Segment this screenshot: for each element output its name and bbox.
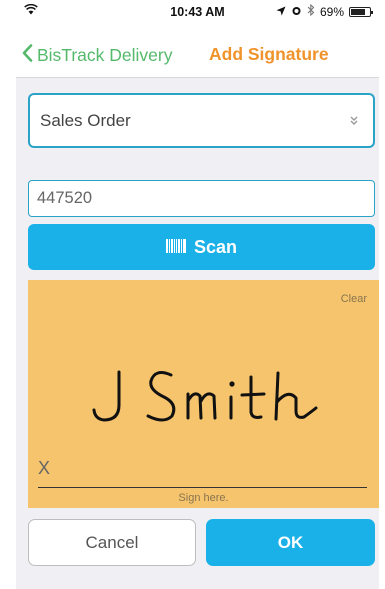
double-chevron-down-icon [349, 114, 359, 132]
back-button[interactable]: BisTrack Delivery [22, 44, 172, 67]
barcode-icon [165, 237, 186, 258]
alarm-icon [291, 5, 302, 19]
navigation-bar: BisTrack Delivery Add Signature [16, 22, 379, 78]
order-number-input[interactable] [28, 180, 375, 217]
ok-button[interactable]: OK [206, 519, 375, 566]
signature-pad[interactable]: Clear X Sign here. [28, 280, 379, 508]
scan-button[interactable]: Scan [28, 224, 375, 270]
back-button-label: BisTrack Delivery [37, 45, 173, 65]
signature-line [38, 487, 367, 488]
signature-x-marker: X [38, 458, 51, 478]
sign-here-hint: Sign here. [178, 492, 229, 504]
scan-button-label: Scan [193, 236, 238, 257]
document-type-select[interactable]: Sales Order [28, 93, 375, 148]
page-title: Add Signature [209, 44, 329, 64]
battery-icon [349, 6, 373, 17]
document-type-value: Sales Order [40, 110, 131, 130]
screen: 10:43 AM 69% BisTrack Delivery Add Signa… [16, 0, 379, 589]
status-indicators: 69% [276, 3, 373, 19]
signature-drawing [92, 370, 318, 422]
chevron-left-icon [22, 44, 33, 67]
battery-percent: 69% [319, 4, 344, 19]
location-icon [276, 5, 286, 19]
status-bar: 10:43 AM 69% [16, 0, 379, 22]
cancel-button[interactable]: Cancel [28, 519, 196, 566]
bluetooth-icon [307, 3, 315, 19]
